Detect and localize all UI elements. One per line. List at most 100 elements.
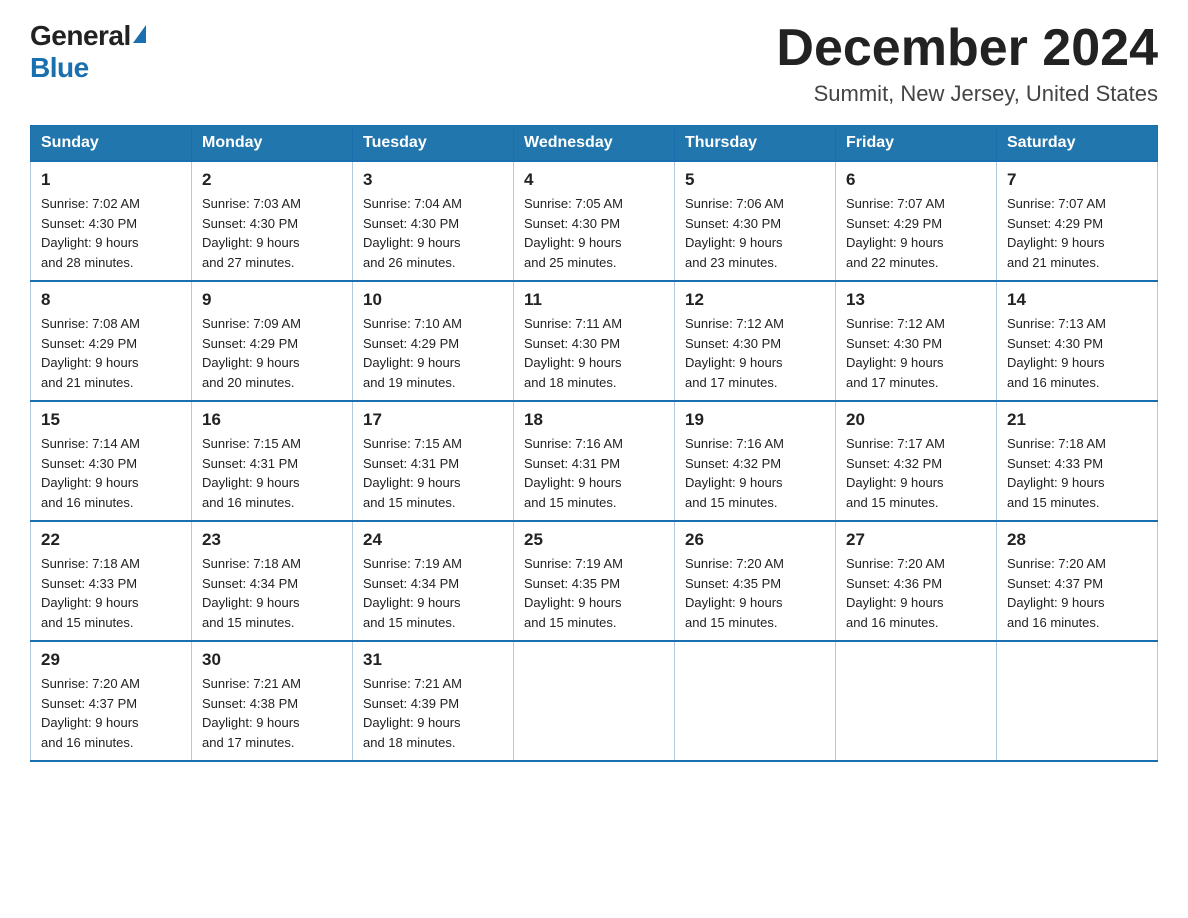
day-info: Sunrise: 7:03 AMSunset: 4:30 PMDaylight:… bbox=[202, 196, 301, 270]
day-info: Sunrise: 7:06 AMSunset: 4:30 PMDaylight:… bbox=[685, 196, 784, 270]
day-number: 30 bbox=[202, 650, 342, 670]
day-cell: 6 Sunrise: 7:07 AMSunset: 4:29 PMDayligh… bbox=[836, 161, 997, 281]
day-info: Sunrise: 7:14 AMSunset: 4:30 PMDaylight:… bbox=[41, 436, 140, 510]
day-cell: 10 Sunrise: 7:10 AMSunset: 4:29 PMDaylig… bbox=[353, 281, 514, 401]
day-cell: 11 Sunrise: 7:11 AMSunset: 4:30 PMDaylig… bbox=[514, 281, 675, 401]
header-cell-friday: Friday bbox=[836, 126, 997, 162]
day-cell: 31 Sunrise: 7:21 AMSunset: 4:39 PMDaylig… bbox=[353, 641, 514, 761]
day-number: 23 bbox=[202, 530, 342, 550]
logo-general-text: General bbox=[30, 20, 131, 52]
day-number: 25 bbox=[524, 530, 664, 550]
day-info: Sunrise: 7:21 AMSunset: 4:39 PMDaylight:… bbox=[363, 676, 462, 750]
day-info: Sunrise: 7:15 AMSunset: 4:31 PMDaylight:… bbox=[363, 436, 462, 510]
header-cell-sunday: Sunday bbox=[31, 126, 192, 162]
header-cell-saturday: Saturday bbox=[997, 126, 1158, 162]
day-number: 11 bbox=[524, 290, 664, 310]
day-info: Sunrise: 7:10 AMSunset: 4:29 PMDaylight:… bbox=[363, 316, 462, 390]
day-info: Sunrise: 7:18 AMSunset: 4:33 PMDaylight:… bbox=[41, 556, 140, 630]
day-number: 9 bbox=[202, 290, 342, 310]
day-number: 28 bbox=[1007, 530, 1147, 550]
day-cell bbox=[997, 641, 1158, 761]
week-row-1: 1 Sunrise: 7:02 AMSunset: 4:30 PMDayligh… bbox=[31, 161, 1158, 281]
day-cell: 4 Sunrise: 7:05 AMSunset: 4:30 PMDayligh… bbox=[514, 161, 675, 281]
header: General Blue December 2024 Summit, New J… bbox=[30, 20, 1158, 107]
day-info: Sunrise: 7:09 AMSunset: 4:29 PMDaylight:… bbox=[202, 316, 301, 390]
day-cell: 19 Sunrise: 7:16 AMSunset: 4:32 PMDaylig… bbox=[675, 401, 836, 521]
day-number: 12 bbox=[685, 290, 825, 310]
day-info: Sunrise: 7:20 AMSunset: 4:37 PMDaylight:… bbox=[41, 676, 140, 750]
location-title: Summit, New Jersey, United States bbox=[776, 81, 1158, 107]
day-number: 20 bbox=[846, 410, 986, 430]
day-cell: 8 Sunrise: 7:08 AMSunset: 4:29 PMDayligh… bbox=[31, 281, 192, 401]
calendar-header: SundayMondayTuesdayWednesdayThursdayFrid… bbox=[31, 126, 1158, 162]
day-number: 17 bbox=[363, 410, 503, 430]
day-number: 5 bbox=[685, 170, 825, 190]
day-info: Sunrise: 7:12 AMSunset: 4:30 PMDaylight:… bbox=[685, 316, 784, 390]
day-cell: 9 Sunrise: 7:09 AMSunset: 4:29 PMDayligh… bbox=[192, 281, 353, 401]
day-info: Sunrise: 7:18 AMSunset: 4:34 PMDaylight:… bbox=[202, 556, 301, 630]
day-number: 24 bbox=[363, 530, 503, 550]
day-cell: 22 Sunrise: 7:18 AMSunset: 4:33 PMDaylig… bbox=[31, 521, 192, 641]
day-info: Sunrise: 7:12 AMSunset: 4:30 PMDaylight:… bbox=[846, 316, 945, 390]
day-cell: 30 Sunrise: 7:21 AMSunset: 4:38 PMDaylig… bbox=[192, 641, 353, 761]
day-number: 27 bbox=[846, 530, 986, 550]
day-info: Sunrise: 7:04 AMSunset: 4:30 PMDaylight:… bbox=[363, 196, 462, 270]
day-info: Sunrise: 7:08 AMSunset: 4:29 PMDaylight:… bbox=[41, 316, 140, 390]
day-number: 4 bbox=[524, 170, 664, 190]
day-number: 2 bbox=[202, 170, 342, 190]
day-cell: 18 Sunrise: 7:16 AMSunset: 4:31 PMDaylig… bbox=[514, 401, 675, 521]
header-cell-monday: Monday bbox=[192, 126, 353, 162]
day-info: Sunrise: 7:19 AMSunset: 4:34 PMDaylight:… bbox=[363, 556, 462, 630]
week-row-5: 29 Sunrise: 7:20 AMSunset: 4:37 PMDaylig… bbox=[31, 641, 1158, 761]
day-number: 1 bbox=[41, 170, 181, 190]
day-number: 21 bbox=[1007, 410, 1147, 430]
day-cell: 15 Sunrise: 7:14 AMSunset: 4:30 PMDaylig… bbox=[31, 401, 192, 521]
day-cell bbox=[675, 641, 836, 761]
day-number: 10 bbox=[363, 290, 503, 310]
day-cell: 28 Sunrise: 7:20 AMSunset: 4:37 PMDaylig… bbox=[997, 521, 1158, 641]
day-number: 3 bbox=[363, 170, 503, 190]
day-info: Sunrise: 7:15 AMSunset: 4:31 PMDaylight:… bbox=[202, 436, 301, 510]
day-cell bbox=[836, 641, 997, 761]
day-info: Sunrise: 7:07 AMSunset: 4:29 PMDaylight:… bbox=[846, 196, 945, 270]
calendar-body: 1 Sunrise: 7:02 AMSunset: 4:30 PMDayligh… bbox=[31, 161, 1158, 761]
day-info: Sunrise: 7:11 AMSunset: 4:30 PMDaylight:… bbox=[524, 316, 622, 390]
day-info: Sunrise: 7:16 AMSunset: 4:31 PMDaylight:… bbox=[524, 436, 623, 510]
logo-blue-text: Blue bbox=[30, 52, 89, 84]
day-number: 22 bbox=[41, 530, 181, 550]
day-cell: 3 Sunrise: 7:04 AMSunset: 4:30 PMDayligh… bbox=[353, 161, 514, 281]
day-number: 26 bbox=[685, 530, 825, 550]
day-cell: 12 Sunrise: 7:12 AMSunset: 4:30 PMDaylig… bbox=[675, 281, 836, 401]
day-number: 31 bbox=[363, 650, 503, 670]
day-info: Sunrise: 7:02 AMSunset: 4:30 PMDaylight:… bbox=[41, 196, 140, 270]
day-cell: 13 Sunrise: 7:12 AMSunset: 4:30 PMDaylig… bbox=[836, 281, 997, 401]
day-cell: 25 Sunrise: 7:19 AMSunset: 4:35 PMDaylig… bbox=[514, 521, 675, 641]
day-info: Sunrise: 7:05 AMSunset: 4:30 PMDaylight:… bbox=[524, 196, 623, 270]
day-cell: 21 Sunrise: 7:18 AMSunset: 4:33 PMDaylig… bbox=[997, 401, 1158, 521]
day-cell: 2 Sunrise: 7:03 AMSunset: 4:30 PMDayligh… bbox=[192, 161, 353, 281]
day-number: 29 bbox=[41, 650, 181, 670]
week-row-3: 15 Sunrise: 7:14 AMSunset: 4:30 PMDaylig… bbox=[31, 401, 1158, 521]
day-number: 16 bbox=[202, 410, 342, 430]
day-info: Sunrise: 7:20 AMSunset: 4:37 PMDaylight:… bbox=[1007, 556, 1106, 630]
day-cell: 7 Sunrise: 7:07 AMSunset: 4:29 PMDayligh… bbox=[997, 161, 1158, 281]
day-info: Sunrise: 7:19 AMSunset: 4:35 PMDaylight:… bbox=[524, 556, 623, 630]
month-title: December 2024 bbox=[776, 20, 1158, 77]
day-number: 13 bbox=[846, 290, 986, 310]
day-cell: 24 Sunrise: 7:19 AMSunset: 4:34 PMDaylig… bbox=[353, 521, 514, 641]
day-info: Sunrise: 7:20 AMSunset: 4:35 PMDaylight:… bbox=[685, 556, 784, 630]
day-cell: 29 Sunrise: 7:20 AMSunset: 4:37 PMDaylig… bbox=[31, 641, 192, 761]
day-info: Sunrise: 7:07 AMSunset: 4:29 PMDaylight:… bbox=[1007, 196, 1106, 270]
day-number: 14 bbox=[1007, 290, 1147, 310]
day-info: Sunrise: 7:13 AMSunset: 4:30 PMDaylight:… bbox=[1007, 316, 1106, 390]
day-number: 8 bbox=[41, 290, 181, 310]
day-cell: 1 Sunrise: 7:02 AMSunset: 4:30 PMDayligh… bbox=[31, 161, 192, 281]
header-cell-wednesday: Wednesday bbox=[514, 126, 675, 162]
day-cell: 16 Sunrise: 7:15 AMSunset: 4:31 PMDaylig… bbox=[192, 401, 353, 521]
week-row-4: 22 Sunrise: 7:18 AMSunset: 4:33 PMDaylig… bbox=[31, 521, 1158, 641]
logo: General Blue bbox=[30, 20, 146, 84]
day-info: Sunrise: 7:16 AMSunset: 4:32 PMDaylight:… bbox=[685, 436, 784, 510]
header-row: SundayMondayTuesdayWednesdayThursdayFrid… bbox=[31, 126, 1158, 162]
header-cell-thursday: Thursday bbox=[675, 126, 836, 162]
day-cell: 20 Sunrise: 7:17 AMSunset: 4:32 PMDaylig… bbox=[836, 401, 997, 521]
